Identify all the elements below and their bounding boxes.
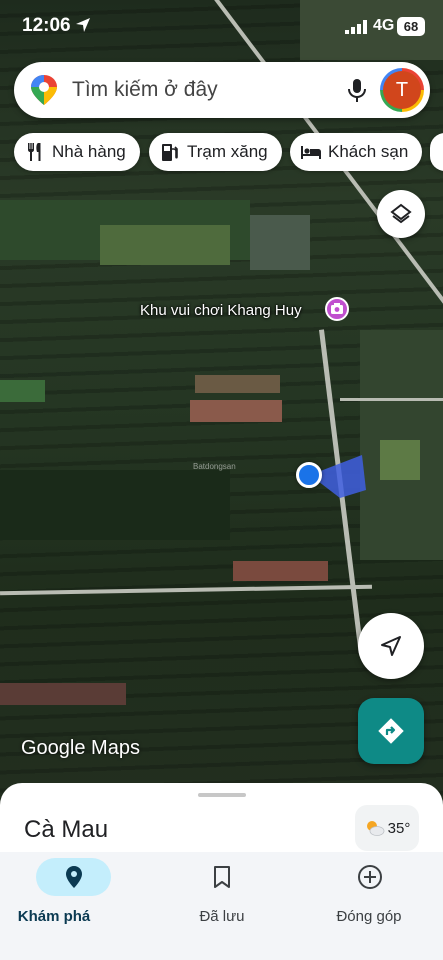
chip-restaurants[interactable]: Nhà hàng: [14, 133, 140, 171]
microphone-icon[interactable]: [344, 77, 370, 103]
sheet-drag-handle[interactable]: [198, 793, 246, 797]
search-bar[interactable]: Tìm kiếm ở đây T: [14, 62, 430, 118]
bottom-navigation: Khám phá Đã lưu Đóng góp: [0, 852, 443, 960]
chip-label: Trạm xăng: [187, 142, 268, 161]
directions-icon: [378, 718, 404, 744]
chip-more[interactable]: [430, 133, 443, 171]
signal-icon: [345, 20, 367, 34]
gas-station-icon: [162, 144, 178, 161]
status-time: 12:06: [22, 15, 71, 36]
nav-pill: [184, 858, 259, 896]
road: [340, 398, 443, 401]
poi-label[interactable]: Khu vui chơi Khang Huy: [140, 302, 302, 319]
partly-sunny-icon: [366, 821, 385, 836]
chip-label: Khách sạn: [328, 142, 409, 161]
layers-button[interactable]: [377, 190, 425, 238]
nav-active-pill: [36, 858, 111, 896]
field-patch: [195, 375, 280, 393]
chip-hotels[interactable]: Khách sạn: [290, 133, 423, 171]
nav-label-saved: Đã lưu: [199, 908, 245, 925]
network-type: 4G: [373, 17, 395, 34]
field-patch: [190, 400, 282, 422]
field-patch: [250, 215, 310, 270]
field-patch: [100, 225, 230, 265]
status-bar: 12:06 4G 68: [0, 0, 443, 56]
my-location-button[interactable]: [358, 613, 424, 679]
nav-pill: [332, 858, 407, 896]
watermark: Batdongsan: [193, 462, 236, 471]
field-patch: [0, 380, 45, 402]
layers-icon: [390, 203, 412, 224]
restaurant-icon: [28, 143, 41, 161]
chip-gas-stations[interactable]: Trạm xăng: [149, 133, 282, 171]
road: [0, 584, 373, 596]
current-location-dot[interactable]: [296, 462, 322, 488]
profile-avatar[interactable]: T: [380, 68, 424, 112]
google-maps-pin-icon: [31, 75, 57, 105]
bookmark-icon: [213, 866, 230, 888]
nav-label-explore: Khám phá: [17, 908, 91, 925]
navigation-arrow-icon: [381, 636, 401, 656]
nav-label-contribute: Đóng góp: [336, 908, 402, 925]
chip-label: Nhà hàng: [52, 142, 126, 161]
weather-chip[interactable]: 35°: [355, 805, 419, 851]
search-input[interactable]: Tìm kiếm ở đây: [72, 78, 218, 102]
explore-pin-icon: [65, 866, 82, 888]
avatar-letter: T: [383, 71, 421, 109]
field-patch: [0, 683, 126, 705]
directions-button[interactable]: [358, 698, 424, 764]
field-patch: [233, 561, 328, 581]
add-circle-icon: [357, 865, 382, 889]
battery-icon: 68: [397, 17, 425, 36]
nav-saved[interactable]: Đã lưu: [167, 858, 277, 938]
field-patch: [0, 470, 230, 540]
google-maps-logo: Google Maps: [21, 737, 140, 759]
category-chips: Nhà hàng Trạm xăng Khách sạn: [14, 133, 443, 171]
nav-contribute[interactable]: Đóng góp: [314, 858, 424, 938]
field-patch: [380, 440, 420, 480]
location-arrow-icon: [76, 18, 90, 32]
map-canvas[interactable]: [0, 0, 443, 800]
hotel-icon: [301, 146, 321, 159]
temperature: 35°: [387, 819, 411, 837]
camera-icon[interactable]: [325, 297, 349, 321]
place-title: Cà Mau: [24, 816, 109, 843]
nav-explore[interactable]: Khám phá: [18, 858, 128, 938]
